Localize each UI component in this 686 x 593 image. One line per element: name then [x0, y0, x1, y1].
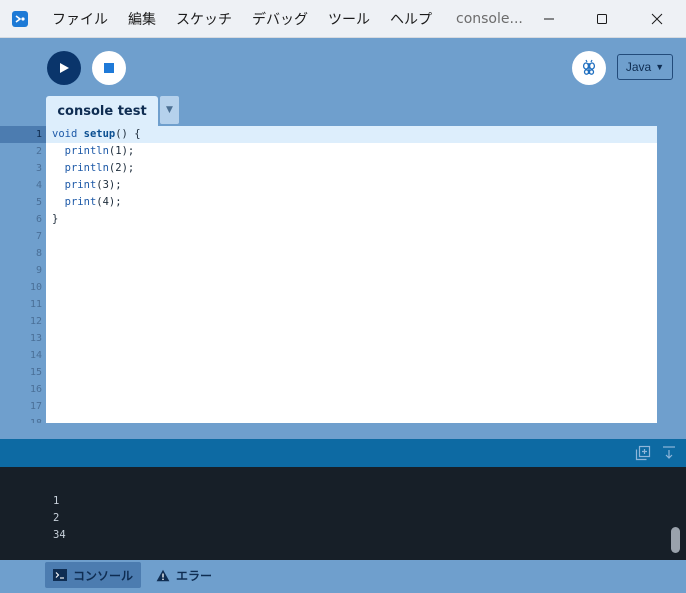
mode-label: Java	[625, 60, 652, 74]
chevron-down-icon: ▼	[166, 105, 173, 115]
tab-errors-label: エラー	[176, 568, 213, 583]
copy-icon[interactable]	[635, 445, 651, 461]
line-number: 18	[0, 415, 46, 423]
line-number: 2	[35, 146, 42, 157]
window-title: console...	[456, 11, 523, 27]
menu-tools[interactable]: ツール	[328, 9, 370, 29]
line-number-gutter: 123456789101112131415161718	[0, 126, 46, 423]
minimize-icon	[544, 18, 554, 20]
tab-console-test[interactable]: console test	[46, 96, 158, 126]
toolbar: Java ▼	[0, 39, 686, 97]
console-header	[0, 439, 686, 467]
line-number: 14	[29, 350, 42, 361]
code-line-5[interactable]: print(4);	[46, 194, 657, 211]
line-number: 11	[29, 299, 42, 310]
minimize-button[interactable]	[526, 0, 572, 38]
line-number: 5	[35, 197, 42, 208]
stop-icon	[104, 63, 114, 73]
line-number: 17	[29, 401, 42, 412]
tab-errors[interactable]: エラー	[148, 562, 220, 588]
code-line-4[interactable]: print(3);	[46, 177, 657, 194]
tab-menu-button[interactable]: ▼	[160, 96, 179, 124]
line-number: 4	[35, 180, 42, 191]
menu-debug[interactable]: デバッグ	[252, 9, 308, 29]
close-button[interactable]	[634, 0, 680, 38]
run-button[interactable]	[47, 51, 81, 85]
play-icon	[60, 63, 69, 73]
code-line-6[interactable]: }	[46, 211, 657, 228]
title-bar: ファイル 編集 スケッチ デバッグ ツール ヘルプ console...	[0, 0, 686, 38]
line-number: 13	[29, 333, 42, 344]
close-icon	[651, 13, 663, 25]
line-number: 12	[29, 316, 42, 327]
bottom-bar: コンソール エラー	[0, 560, 686, 593]
line-number: 1	[0, 126, 46, 143]
tab-console[interactable]: コンソール	[45, 562, 142, 588]
code-editor[interactable]: void setup() { println(1); println(2); p…	[46, 126, 657, 423]
butterfly-debug-icon	[582, 59, 596, 75]
code-line-3[interactable]: println(2);	[46, 160, 657, 177]
debug-button[interactable]	[572, 51, 606, 85]
terminal-icon	[53, 569, 67, 581]
menu-sketch[interactable]: スケッチ	[176, 9, 232, 29]
chevron-down-icon: ▼	[655, 62, 665, 72]
menu-edit[interactable]: 編集	[128, 9, 156, 29]
line-number: 7	[35, 231, 42, 242]
line-number: 6	[35, 214, 42, 225]
processing-logo-icon[interactable]	[11, 10, 29, 28]
clear-console-icon[interactable]	[661, 445, 677, 461]
menu-bar: ファイル 編集 スケッチ デバッグ ツール ヘルプ console...	[52, 0, 543, 38]
line-number: 10	[29, 282, 42, 293]
line-number: 3	[35, 163, 42, 174]
mode-selector[interactable]: Java ▼	[617, 54, 673, 80]
editor-scroll-area[interactable]	[657, 126, 686, 423]
menu-help[interactable]: ヘルプ	[390, 9, 432, 29]
line-number: 15	[29, 367, 42, 378]
console-output[interactable]: 1 2 34	[0, 467, 686, 560]
warning-icon	[156, 569, 170, 581]
console-scrollbar[interactable]	[671, 527, 680, 553]
code-line-2[interactable]: println(1);	[46, 143, 657, 160]
maximize-icon	[597, 14, 607, 24]
line-number: 8	[35, 248, 42, 259]
maximize-button[interactable]	[579, 0, 625, 38]
stop-button[interactable]	[92, 51, 126, 85]
code-line-1[interactable]: void setup() {	[46, 126, 657, 143]
console-line: 2	[53, 512, 60, 524]
console-line: 1	[53, 495, 60, 507]
panel-divider[interactable]	[0, 423, 686, 439]
tab-console-label: コンソール	[73, 568, 134, 583]
console-line: 34	[53, 529, 66, 541]
menu-file[interactable]: ファイル	[52, 9, 108, 29]
line-number: 16	[29, 384, 42, 395]
line-number: 9	[35, 265, 42, 276]
